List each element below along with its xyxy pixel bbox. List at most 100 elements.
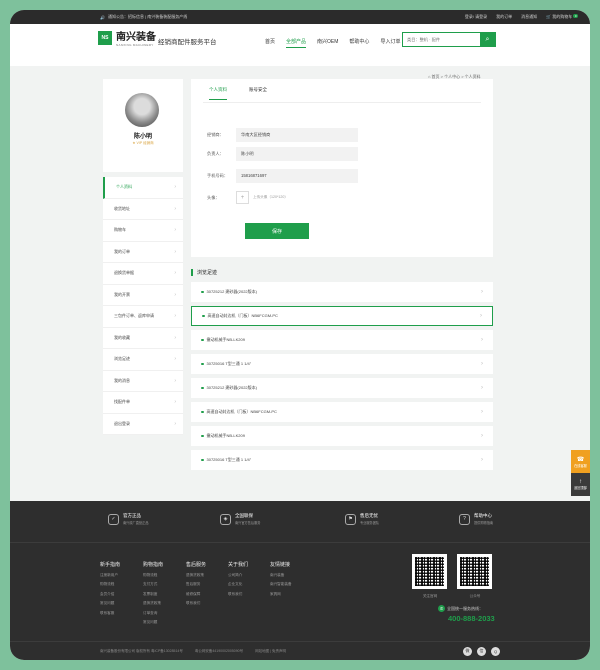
back-to-top-button[interactable]: ↑ 返回顶部 [571,473,590,496]
recent-item[interactable]: 30725212 建砂器(2022版本) › [191,282,493,302]
top-bar: 🔊 通知公告：招标信息 | 南兴装备装配服务产线 登录/ 请登录 我的订单 消息… [10,10,590,24]
sidebar-item-favorites[interactable]: 我的收藏 › [103,328,183,349]
sidebar-item-cart[interactable]: 购物车 › [103,220,183,242]
sidebar-item-warranty[interactable]: 三包件订单、返库申请 › [103,306,183,328]
bullet-icon [201,410,204,414]
recent-item[interactable]: 30725212 建砂器(2022版本) › [191,378,493,398]
messages-link[interactable]: 消息通知 [521,14,537,20]
page-frame: 🔊 通知公告：招标信息 | 南兴装备装配服务产线 登录/ 请登录 我的订单 消息… [10,10,590,660]
notice-icon: 🔊 [100,14,105,20]
sidebar-item-history[interactable]: 浏览足迹 › [103,349,183,371]
chevron-right-icon: › [480,313,482,319]
user-name: 陈小明 [133,134,152,140]
recent-item[interactable]: 高速自动封边机（门板）NB6FCGM-PC › [191,402,493,422]
weibo-icon[interactable]: 微 [463,646,472,656]
nav-all-products[interactable]: 全部产品 [286,38,307,48]
avatar[interactable] [125,93,159,127]
police-record[interactable]: 粤公网安备44190002005090号 [195,649,243,654]
chevron-right-icon: › [481,385,483,391]
hotline-number[interactable]: 400-888-2033 [448,614,495,623]
nav-help[interactable]: 帮助中心 [349,38,369,48]
tab-security[interactable]: 账号安全 [249,87,267,100]
notice-text[interactable]: 通知公告：招标信息 | 南兴装备装配服务产线 [108,14,187,20]
sidebar-item-messages[interactable]: 我的消息 › [103,371,183,392]
qq-icon[interactable]: Q [491,646,500,656]
guarantee-bar: ✓ 官方正品 南兴原厂直营正品 ◈ 全国联保 南兴官方售后服务 ⚑ 售后无忧 专业服务团队 … [10,501,590,543]
recent-item[interactable]: 撤动机械手NB-LK209 › [191,426,493,446]
save-button[interactable]: 保存 [245,223,309,239]
cart-link[interactable]: 🛒 我的购物车 0 [546,14,578,20]
statement-links[interactable]: 网站地图 | 免责声明 [255,649,286,654]
service-icon: ☎ [576,456,585,463]
phone-field[interactable]: 15816871697 [236,169,358,183]
bullet-icon [201,338,204,342]
footer-link[interactable]: 南兴智能装备 [270,582,292,587]
footer-link[interactable]: 南兴装备 [270,573,292,578]
sidebar-item-orders[interactable]: 我的订单 › [103,242,183,263]
footer-link[interactable]: 常见问题 [143,620,163,625]
footer-link[interactable]: 退换货政策 [143,601,163,606]
recent-item[interactable]: 撤动机械手NB-LK209 › [191,330,493,350]
copyright-bar: 南兴装备股份有限公司 版权所有 粤ICP备13028514号 粤公网安备4419… [10,641,590,660]
recent-item[interactable]: 30725016 T型三通 1 1/4" › [191,450,493,470]
chevron-right-icon: › [174,270,176,277]
tab-divider [203,102,481,103]
footer-col-newbie: 新手指南 注册新用户 购物流程 会员介绍 常见问题 联系客服 [100,562,121,616]
tab-profile[interactable]: 个人资料 [209,87,227,100]
contact-field[interactable]: 陈小明 [236,147,358,161]
bullet-icon [201,386,204,390]
footer-col-friends: 友情链接 南兴装备 南兴智能装备 家具网 [270,562,292,597]
recent-title: 浏览足迹 [191,269,217,276]
logo[interactable]: NS 南兴装备 NANXING MACHINERY [98,28,156,47]
footer-link[interactable]: 联系我们 [228,592,248,597]
hotline-label: ✆ 全国统一服务热线： [438,605,483,612]
chevron-right-icon: › [174,399,176,406]
qr-caption: 公众号 [469,594,481,598]
upload-avatar-button[interactable]: + [236,191,249,204]
sidebar-item-profile[interactable]: 个人资料 › [103,177,183,199]
footer-link[interactable]: 售后服务 [186,582,206,587]
search-input[interactable] [403,33,480,46]
footer-link[interactable]: 购物流程 [100,582,120,587]
footer-link[interactable]: 发票制度 [143,592,163,597]
footer-link[interactable]: 联系我们 [186,601,206,606]
footer-link[interactable]: 联系客服 [100,611,120,616]
footer-link[interactable]: 公司简介 [228,573,248,578]
recent-item[interactable]: 高速自动封边机（门板）NB6FCGM-PC › [191,306,493,326]
login-link[interactable]: 登录/ 请登录 [465,14,487,20]
footer-link[interactable]: 购物流程 [143,573,163,578]
nav-oem[interactable]: 南兴OEM [317,38,338,48]
search-box: ⌕ [402,32,496,47]
sidebar-item-logout[interactable]: 退出登录 › [103,414,183,435]
footer-link[interactable]: 维修保障 [186,592,206,597]
search-button[interactable]: ⌕ [480,33,495,46]
guarantee-genuine: ✓ 官方正品 南兴原厂直营正品 [108,513,149,525]
user-level: ★ VIP 经销商 [132,141,154,145]
bullet-icon [201,434,204,438]
footer-link[interactable]: 企业文化 [228,582,248,587]
chevron-right-icon: › [174,334,176,341]
footer-link[interactable]: 注册新用户 [100,573,120,578]
footer-link[interactable]: 家具网 [270,592,292,597]
my-orders-link[interactable]: 我的订单 [496,14,512,20]
online-service-button[interactable]: ☎ 在线客服 [571,450,590,473]
nav-import-order[interactable]: 导入订单 [380,38,400,48]
footer-link[interactable]: 常见问题 [100,601,120,606]
footer-link[interactable]: 支付方式 [143,582,163,587]
chevron-right-icon: › [481,289,483,295]
sidebar-item-find-parts[interactable]: 找配件单 › [103,392,183,414]
footer-link[interactable]: 会员介绍 [100,592,120,597]
dealer-field[interactable]: 华南大区经销商 [236,128,358,142]
sidebar-item-address[interactable]: 收货地址 › [103,199,183,220]
footer-link[interactable]: 订单查询 [143,611,163,616]
sidebar-item-invoices[interactable]: 我的开票 › [103,285,183,306]
sidebar-item-returns[interactable]: 退换货单据 › [103,263,183,285]
chevron-right-icon: › [174,291,176,298]
footer-link[interactable]: 退换货政策 [186,573,206,578]
wechat-icon[interactable]: 信 [477,646,486,656]
dealer-label: 经销商： [207,132,224,137]
recent-item[interactable]: 30725016 T型三通 1 1/4" › [191,354,493,374]
header: NS 南兴装备 NANXING MACHINERY 经销商配件服务平台 首页 全… [10,24,590,66]
nav-home[interactable]: 首页 [265,38,275,48]
chevron-right-icon: › [174,356,176,363]
